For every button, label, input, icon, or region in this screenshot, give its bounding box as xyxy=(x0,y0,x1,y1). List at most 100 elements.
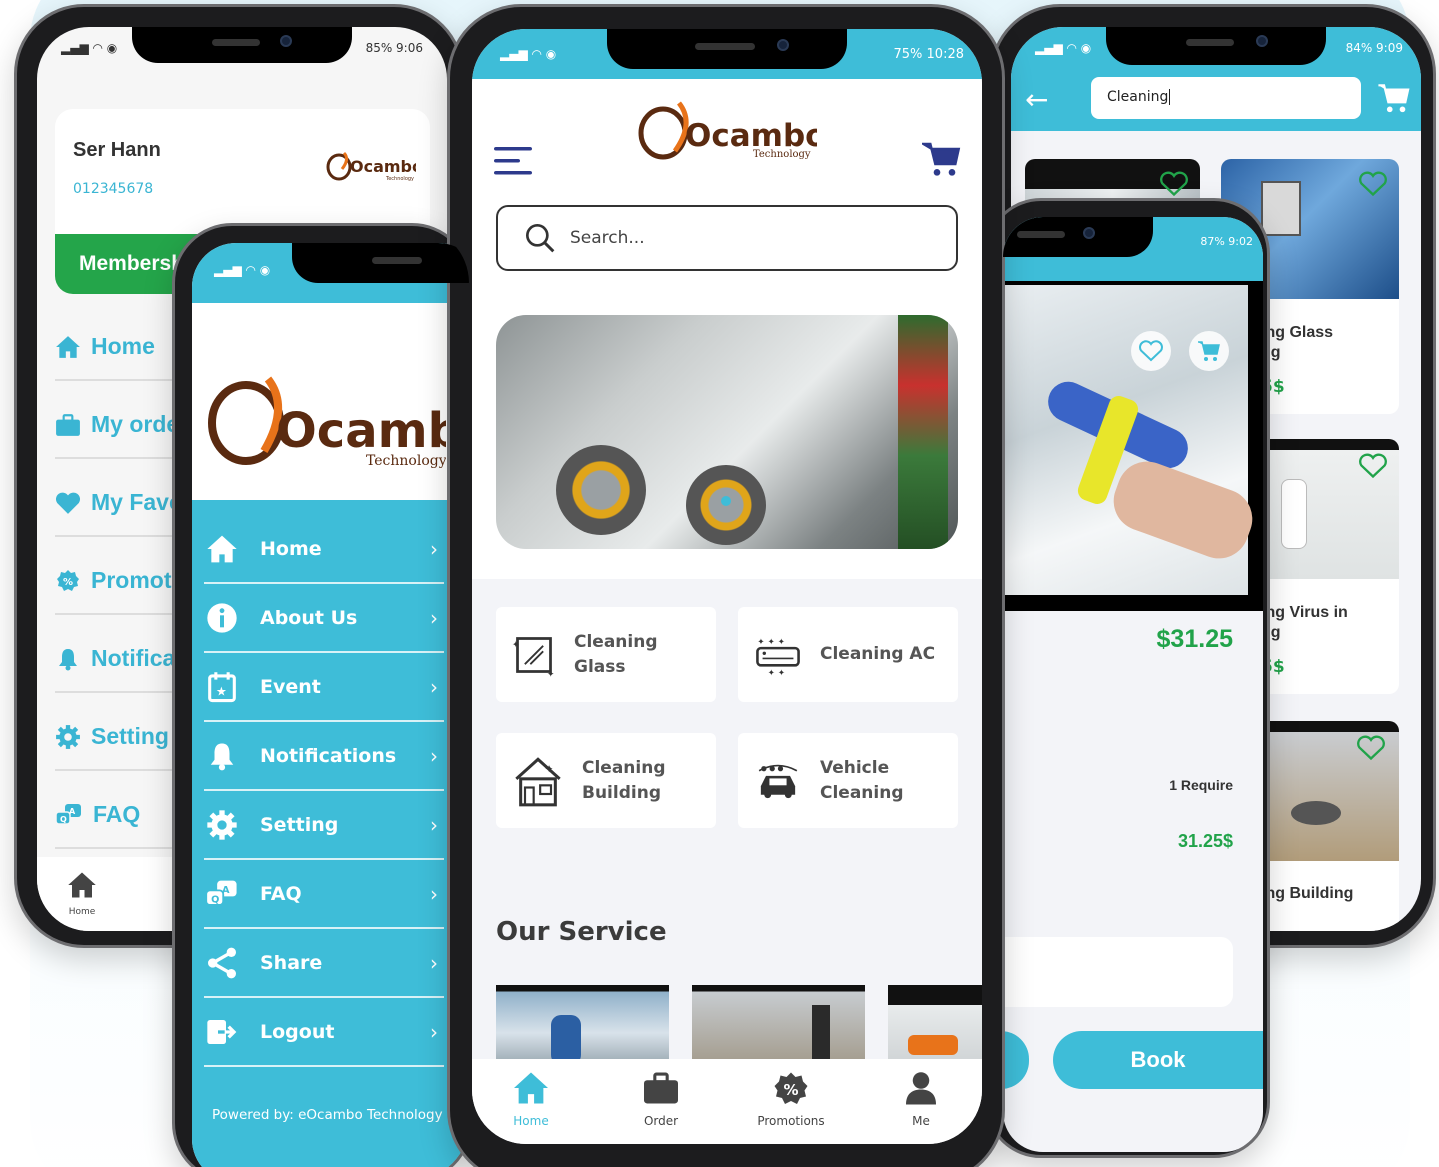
drawer-item-notifications[interactable]: Notifications › xyxy=(204,723,444,791)
drawer-item-setting[interactable]: Setting › xyxy=(204,792,444,860)
back-arrow-icon[interactable]: ← xyxy=(1025,83,1048,116)
menu-item-favorites[interactable]: My Favo xyxy=(55,489,183,516)
service-card-image[interactable] xyxy=(496,985,669,1065)
screen-side-drawer: ▂▄▆ ◠ ◉ Ocambo Technology Home › About Us… xyxy=(192,243,469,1167)
svg-text:Ocambo: Ocambo xyxy=(350,157,416,176)
service-image-frame xyxy=(1003,281,1263,611)
menu-item-faq[interactable]: AQ FAQ xyxy=(55,801,140,828)
tab-home[interactable]: Home xyxy=(476,1059,586,1144)
chevron-right-icon: › xyxy=(430,813,438,837)
person-icon xyxy=(906,1072,936,1105)
category-cleaning-glass[interactable]: ✦ ✦ Cleaning Glass xyxy=(496,607,716,702)
building-icon: ✦ xyxy=(515,756,561,806)
add-to-cart-button[interactable] xyxy=(1189,331,1229,371)
menu-item-notifications[interactable]: Notifica xyxy=(55,645,175,672)
chevron-right-icon: › xyxy=(430,537,438,561)
menu-item-orders[interactable]: My orde xyxy=(55,411,179,438)
tab-order[interactable]: Order xyxy=(606,1059,716,1144)
phone-service-detail: 87% 9:02 $31.25 1 Require 31.25$ Book xyxy=(985,198,1270,1158)
user-name: Ser Hann xyxy=(73,139,161,161)
promo-banner-carousel[interactable] xyxy=(496,315,958,549)
tab-promotions[interactable]: % Promotions xyxy=(736,1059,846,1144)
search-placeholder: Search... xyxy=(570,228,645,248)
svg-text:✦: ✦ xyxy=(512,639,520,650)
drawer-item-event[interactable]: ★ Event › xyxy=(204,654,444,722)
menu-item-promotions[interactable]: % Promoti xyxy=(55,567,178,594)
book-button[interactable]: Book xyxy=(1053,1031,1263,1089)
drawer-item-home[interactable]: Home › xyxy=(204,516,444,584)
chevron-right-icon: › xyxy=(430,744,438,768)
brand-logo: Ocambo Technology xyxy=(637,95,826,165)
category-vehicle-cleaning[interactable]: ● ● ● Vehicle Cleaning xyxy=(738,733,958,828)
drawer-item-label: Setting xyxy=(260,814,339,836)
drawer-item-label: About Us xyxy=(260,607,358,629)
heart-icon[interactable] xyxy=(1160,171,1188,197)
heart-icon[interactable] xyxy=(1357,735,1385,761)
gear-icon xyxy=(207,810,237,840)
status-battery-time: 75% 10:28 xyxy=(893,47,965,62)
faq-icon: AQ xyxy=(55,803,81,825)
result-title: ing Virus in ng xyxy=(1261,604,1348,641)
secondary-button[interactable] xyxy=(1003,1031,1029,1089)
briefcase-icon xyxy=(56,413,80,436)
notch xyxy=(1003,217,1153,257)
tab-label: Me xyxy=(912,1114,930,1128)
search-input-value: Cleaning xyxy=(1107,89,1169,105)
heart-icon xyxy=(55,492,81,514)
heart-icon[interactable] xyxy=(1359,171,1387,197)
category-cleaning-building[interactable]: ✦ Cleaning Building xyxy=(496,733,716,828)
brand-logo: Ocambo Technology xyxy=(206,363,469,477)
tab-label: Order xyxy=(643,1114,679,1128)
category-cleaning-ac[interactable]: ✦ ✦ ✦ ✦ ✦ Cleaning AC xyxy=(738,607,958,702)
note-input[interactable] xyxy=(1003,937,1233,1007)
svg-text:✦ ✦ ✦: ✦ ✦ ✦ xyxy=(757,637,785,647)
svg-text:A: A xyxy=(69,807,76,816)
cart-icon[interactable] xyxy=(1377,81,1411,119)
svg-text:Q: Q xyxy=(211,895,219,906)
favorite-button[interactable] xyxy=(1131,331,1171,371)
drawer-item-label: FAQ xyxy=(260,883,302,905)
drawer-item-logout[interactable]: Logout › xyxy=(204,999,444,1067)
menu-item-setting[interactable]: Setting xyxy=(55,723,169,750)
drawer-item-label: Share xyxy=(260,952,323,974)
faq-icon: AQ xyxy=(205,880,237,906)
tab-label: Home xyxy=(513,1114,549,1128)
menu-item-label: Notifica xyxy=(91,645,176,671)
car-wash-icon: ● ● ● xyxy=(758,764,798,798)
notch xyxy=(132,27,352,63)
ac-icon: ✦ ✦ ✦ ✦ ✦ xyxy=(756,637,800,677)
search-input[interactable]: Search... xyxy=(496,205,958,271)
svg-text:A: A xyxy=(222,885,230,896)
drawer-item-faq[interactable]: AQ FAQ › xyxy=(204,861,444,929)
share-icon xyxy=(208,947,236,979)
carousel-dot-active[interactable] xyxy=(721,496,731,506)
notch xyxy=(1106,27,1326,65)
service-card-image[interactable] xyxy=(888,985,982,1065)
drawer-item-label: Notifications xyxy=(260,745,397,767)
svg-text:● ● ●: ● ● ● xyxy=(761,764,784,772)
home-icon xyxy=(56,335,80,358)
screen-service-detail: 87% 9:02 $31.25 1 Require 31.25$ Book xyxy=(1003,217,1263,1152)
chevron-right-icon: › xyxy=(430,882,438,906)
info-icon xyxy=(207,603,237,633)
section-title-our-service: Our Service xyxy=(496,917,667,947)
cart-icon[interactable] xyxy=(919,139,962,183)
search-input[interactable]: Cleaning xyxy=(1091,77,1361,119)
home-icon xyxy=(68,872,96,898)
drawer-item-about[interactable]: About Us › xyxy=(204,585,444,653)
home-icon xyxy=(514,1072,548,1104)
drawer-item-share[interactable]: Share › xyxy=(204,930,444,998)
hamburger-menu-icon[interactable] xyxy=(494,147,534,181)
tab-me[interactable]: Me xyxy=(866,1059,976,1144)
brand-logo-small: Ocambo Technology xyxy=(326,149,423,187)
phone-home: ▂▄▆ ◠ ◉ 75% 10:28 Ocambo Technology Sear… xyxy=(447,4,1005,1167)
service-card-image[interactable] xyxy=(692,985,865,1065)
heart-icon xyxy=(1139,340,1163,362)
tab-home[interactable]: Home xyxy=(67,871,97,917)
menu-item-label: My Favo xyxy=(91,489,184,515)
svg-text:✦ ✦: ✦ ✦ xyxy=(768,668,785,676)
menu-item-label: Home xyxy=(91,333,155,359)
heart-icon[interactable] xyxy=(1359,453,1387,479)
menu-item-home[interactable]: Home xyxy=(55,333,155,360)
svg-text:✦: ✦ xyxy=(545,762,554,775)
